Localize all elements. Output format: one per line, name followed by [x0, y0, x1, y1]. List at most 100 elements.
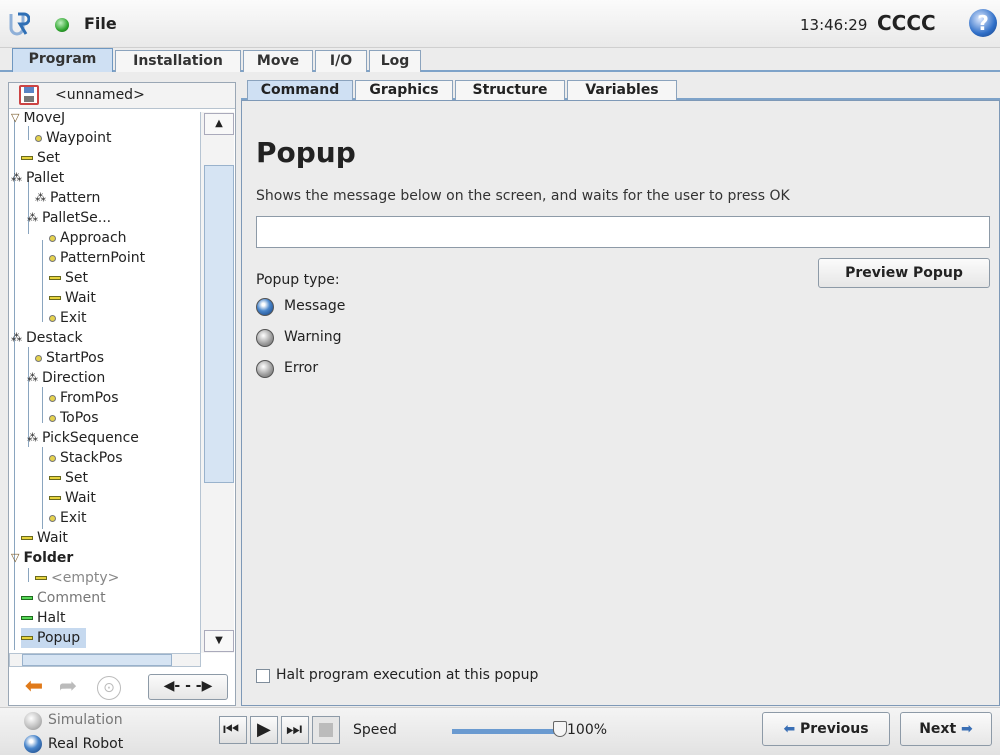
tab-program[interactable]: Program	[12, 48, 113, 72]
tree-node-exit[interactable]: Exit	[49, 308, 87, 328]
pallet-icon: ⁂	[11, 331, 22, 344]
page-title: Popup	[256, 136, 356, 169]
command-icon	[21, 636, 33, 640]
tab-graphics[interactable]: Graphics	[355, 80, 453, 100]
preview-popup-button[interactable]: Preview Popup	[818, 258, 990, 288]
move-node-icon[interactable]: ◀- - -▶	[148, 674, 228, 700]
command-icon	[21, 616, 33, 620]
tree-node-direction[interactable]: ⁂ Direction	[27, 368, 105, 388]
pallet-icon: ⁂	[27, 211, 38, 224]
waypoint-icon	[49, 314, 56, 322]
speed-value: 100%	[567, 722, 608, 738]
speed-slider-handle[interactable]	[553, 721, 567, 737]
speed-label: Speed	[353, 722, 397, 738]
save-icon[interactable]	[19, 85, 39, 105]
clock: 13:46:29	[800, 16, 868, 34]
tree-node-patternpoint[interactable]: PatternPoint	[49, 248, 145, 268]
tree-node-exit[interactable]: Exit	[49, 508, 87, 528]
arrow-left-icon: ⬅	[783, 721, 801, 737]
tab-command[interactable]: Command	[247, 80, 353, 100]
command-icon	[21, 596, 33, 600]
radio-unselected-icon	[256, 329, 274, 347]
pallet-icon: ⁂	[35, 191, 46, 204]
stop-icon[interactable]	[312, 716, 340, 744]
tree-node-frompos[interactable]: FromPos	[49, 388, 119, 408]
tree-node-stackpos[interactable]: StackPos	[49, 448, 123, 468]
triangle-icon: ▽	[11, 551, 20, 564]
tree-node-startpos[interactable]: StartPos	[35, 348, 104, 368]
tree-node-folder[interactable]: ▽ Folder	[11, 548, 73, 568]
triangle-icon: ▽	[11, 112, 20, 124]
halt-checkbox[interactable]	[256, 669, 270, 683]
radio-warning[interactable]: Warning	[256, 327, 376, 349]
robot-name: CCCC	[877, 11, 936, 35]
scroll-thumb[interactable]	[204, 165, 234, 483]
tree-node-approach[interactable]: Approach	[49, 228, 127, 248]
tree-node-halt[interactable]: Halt	[21, 608, 66, 628]
tree-node-wait[interactable]: Wait	[49, 288, 96, 308]
command-icon	[49, 296, 61, 300]
tree-node-destack[interactable]: ⁂ Destack	[11, 328, 83, 348]
command-icon	[49, 496, 61, 500]
tree-node-empty[interactable]: <empty>	[35, 568, 119, 588]
tree-node-movej[interactable]: ▽ MoveJ	[11, 112, 65, 128]
waypoint-icon	[49, 234, 56, 242]
tree-node-pallet[interactable]: ⁂ Pallet	[11, 168, 64, 188]
command-subtabs: Command Graphics Structure Variables	[241, 80, 1000, 100]
waypoint-icon	[49, 394, 56, 402]
rewind-icon[interactable]: ⏮	[219, 716, 247, 744]
scroll-up-icon[interactable]: ▲	[204, 113, 234, 135]
step-icon[interactable]: ⏭	[281, 716, 309, 744]
status-indicator-icon	[55, 18, 69, 32]
command-icon	[21, 536, 33, 540]
tree-node-set[interactable]: Set	[21, 148, 60, 168]
next-button[interactable]: Next ➡	[900, 712, 992, 746]
tree-node-picksequence[interactable]: ⁂ PickSequence	[27, 428, 139, 448]
play-icon[interactable]: ▶	[250, 716, 278, 744]
pallet-icon: ⁂	[27, 431, 38, 444]
tree-node-topos[interactable]: ToPos	[49, 408, 99, 428]
main-tabs: Program Installation Move I/O Log	[0, 48, 1000, 72]
waypoint-icon	[49, 514, 56, 522]
file-menu[interactable]: File	[84, 14, 117, 33]
tab-io[interactable]: I/O	[315, 50, 367, 72]
command-icon	[49, 476, 61, 480]
tree-node-waypoint[interactable]: Waypoint	[35, 128, 112, 148]
halt-checkbox-row[interactable]: Halt program execution at this popup	[256, 666, 586, 686]
tree-node-comment[interactable]: Comment	[21, 588, 106, 608]
tree-node-set[interactable]: Set	[49, 268, 88, 288]
tab-structure[interactable]: Structure	[455, 80, 565, 100]
simulation-label: Simulation	[48, 712, 123, 728]
suppress-icon[interactable]: ⊙	[97, 676, 121, 700]
undo-icon[interactable]: ⬅	[20, 674, 48, 700]
pallet-icon: ⁂	[27, 371, 38, 384]
simulation-radio-icon[interactable]	[24, 712, 42, 730]
program-filename: <unnamed>	[55, 87, 145, 103]
tree-node-popup-selected[interactable]: Popup	[21, 628, 87, 648]
tree-node-pattern[interactable]: ⁂ Pattern	[35, 188, 100, 208]
previous-button[interactable]: ⬅ Previous	[762, 712, 890, 746]
tree-node-set[interactable]: Set	[49, 468, 88, 488]
tab-variables[interactable]: Variables	[567, 80, 677, 100]
redo-icon[interactable]: ➦	[54, 674, 82, 700]
pallet-icon: ⁂	[11, 171, 22, 184]
radio-error[interactable]: Error	[256, 358, 376, 380]
speed-slider-fill	[452, 729, 562, 734]
waypoint-icon	[35, 354, 42, 362]
ur-logo-icon	[8, 12, 31, 36]
tab-log[interactable]: Log	[369, 50, 421, 72]
tab-move[interactable]: Move	[243, 50, 313, 72]
scroll-down-icon[interactable]: ▼	[204, 630, 234, 652]
radio-message[interactable]: Message	[256, 296, 376, 318]
tree-node-wait[interactable]: Wait	[21, 528, 68, 548]
tree-node-wait[interactable]: Wait	[49, 488, 96, 508]
tree-node-palletse[interactable]: ⁂ PalletSe...	[27, 208, 111, 228]
waypoint-icon	[49, 454, 56, 462]
arrow-right-icon: ➡	[956, 721, 973, 737]
popup-message-input[interactable]	[256, 216, 990, 248]
help-icon[interactable]: ?	[969, 9, 997, 37]
tab-installation[interactable]: Installation	[115, 50, 241, 72]
hscroll-thumb[interactable]	[22, 654, 172, 666]
real-robot-radio-icon[interactable]	[24, 735, 42, 753]
command-icon	[21, 156, 33, 160]
